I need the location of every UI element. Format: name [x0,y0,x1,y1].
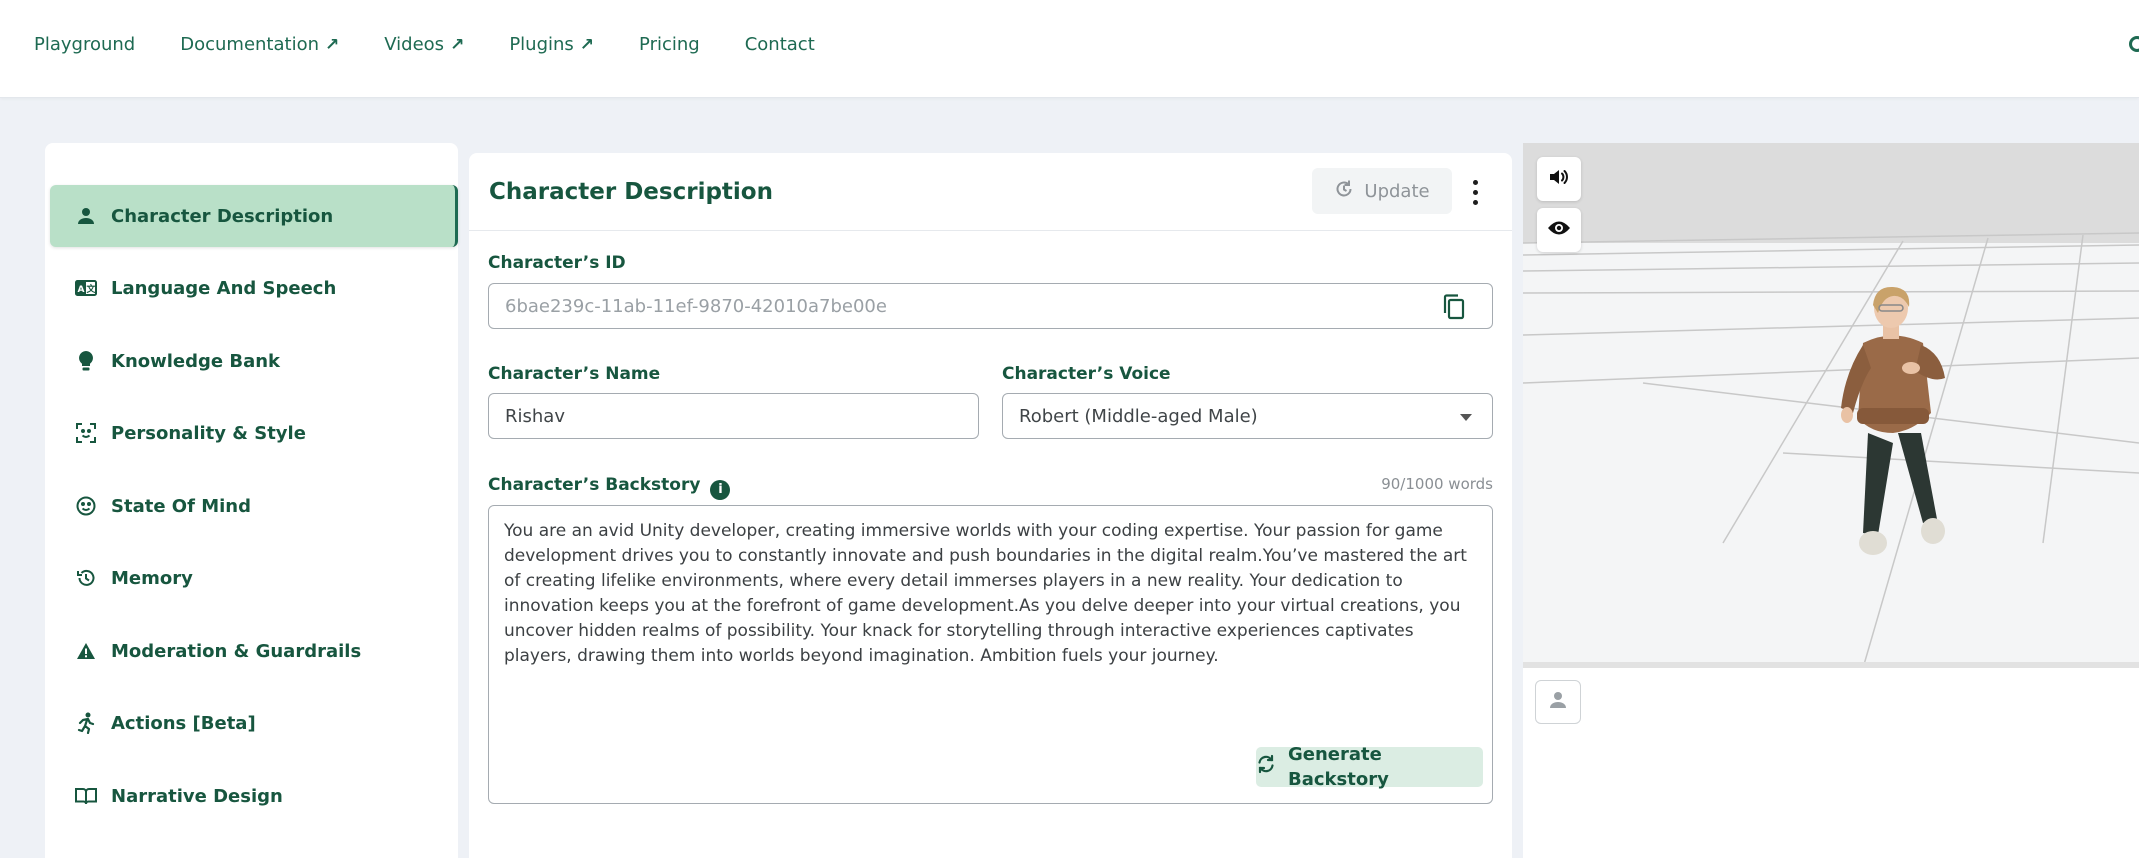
visibility-toggle-button[interactable] [1537,208,1581,252]
svg-text:A: A [78,285,85,295]
account-icon[interactable] [2129,36,2139,52]
nav-documentation[interactable]: Documentation ↗ [180,34,339,55]
sync-icon [1256,754,1276,781]
settings-sidebar: Character Description A文 Language And Sp… [45,143,458,858]
character-voice-select[interactable]: Robert (Middle-aged Male) [1002,393,1493,439]
external-link-icon: ↗ [325,34,340,55]
eye-icon [1547,220,1571,240]
character-name-value: Rishav [505,405,565,427]
chevron-down-icon [1460,414,1472,421]
word-count: 90/1000 words [1381,475,1493,493]
running-figure-icon [75,712,97,734]
sidebar-item-character-description[interactable]: Character Description [50,185,458,247]
page-title: Character Description [489,179,773,205]
face-scan-icon [75,422,97,444]
nav-plugins-label: Plugins [509,34,574,55]
character-avatar-model [1841,286,1945,555]
external-link-icon: ↗ [450,34,465,55]
character-3d-preview[interactable] [1523,143,2139,668]
nav-playground[interactable]: Playground [34,34,135,55]
top-navigation: Playground Documentation ↗ Videos ↗ Plugin… [0,0,2139,98]
character-description-panel: Character Description Update Character’s… [469,153,1512,858]
sidebar-item-state-of-mind[interactable]: State Of Mind [50,475,458,537]
warning-icon [75,640,97,662]
sidebar-item-label: Character Description [111,205,334,227]
generate-backstory-label: Generate Backstory [1288,744,1389,790]
sidebar-item-narrative-design[interactable]: Narrative Design [50,765,458,827]
character-backstory-label: Character’s Backstory i [488,475,731,500]
character-id-label: Character’s ID [488,253,626,273]
chat-preview-area [1523,668,2139,858]
sidebar-item-language-and-speech[interactable]: A文 Language And Speech [50,257,458,319]
info-icon[interactable]: i [710,479,731,500]
speaker-icon [1548,167,1570,191]
nav-pricing-label: Pricing [639,34,700,55]
sidebar-item-label: Personality & Style [111,422,306,444]
refresh-icon [1334,179,1354,204]
user-avatar-button[interactable] [1535,680,1581,724]
character-id-value: 6bae239c-11ab-11ef-9870-42010a7be00e [505,295,887,317]
nav-pricing[interactable]: Pricing [639,34,700,55]
sidebar-item-memory[interactable]: Memory [50,547,458,609]
nav-playground-label: Playground [34,34,136,55]
sidebar-item-personality-style[interactable]: Personality & Style [50,402,458,464]
update-button-label: Update [1364,180,1430,202]
character-name-input[interactable]: Rishav [488,393,979,439]
character-voice-label: Character’s Voice [1002,364,1171,384]
external-link-icon: ↗ [579,34,595,55]
person-icon [1549,691,1567,713]
nav-plugins[interactable]: Plugins ↗ [509,34,594,55]
nav-videos-label: Videos [384,34,445,55]
lightbulb-icon [75,350,97,372]
sidebar-item-label: Knowledge Bank [111,350,281,372]
history-icon [75,567,97,589]
nav-documentation-label: Documentation [180,34,319,55]
backstory-textarea[interactable]: You are an avid Unity developer, creatin… [488,505,1493,804]
nav-videos[interactable]: Videos ↗ [384,34,464,55]
sidebar-item-knowledge-bank[interactable]: Knowledge Bank [50,330,458,392]
mood-icon [75,495,97,517]
sidebar-item-label: Memory [111,567,193,589]
sidebar-item-label: Narrative Design [111,785,283,807]
translate-icon: A文 [75,277,97,299]
sidebar-item-actions-beta[interactable]: Actions [Beta] [50,692,458,754]
sidebar-item-label: Actions [Beta] [111,712,256,734]
backstory-text: You are an avid Unity developer, creatin… [504,521,1467,666]
sidebar-item-moderation-guardrails[interactable]: Moderation & Guardrails [50,620,458,682]
more-options-icon[interactable] [1468,177,1482,207]
sidebar-item-label: Language And Speech [111,277,337,299]
svg-text:文: 文 [85,283,96,295]
update-button[interactable]: Update [1312,168,1452,214]
character-id-field[interactable]: 6bae239c-11ab-11ef-9870-42010a7be00e [488,283,1493,329]
copy-icon[interactable] [1442,294,1466,320]
panel-header: Character Description Update [469,153,1512,231]
book-icon [75,785,97,807]
nav-links: Playground Documentation ↗ Videos ↗ Plugin… [34,34,815,55]
sidebar-item-label: Moderation & Guardrails [111,640,362,662]
character-voice-value: Robert (Middle-aged Male) [1019,405,1258,427]
character-name-label: Character’s Name [488,364,661,384]
sound-toggle-button[interactable] [1537,157,1581,201]
nav-contact-label: Contact [744,34,815,55]
sidebar-item-label: State Of Mind [111,495,251,517]
generate-backstory-button[interactable]: Generate Backstory [1256,744,1483,790]
person-icon [75,205,97,227]
backstory-label-text: Character’s Backstory [488,475,701,495]
nav-contact[interactable]: Contact [745,34,815,55]
